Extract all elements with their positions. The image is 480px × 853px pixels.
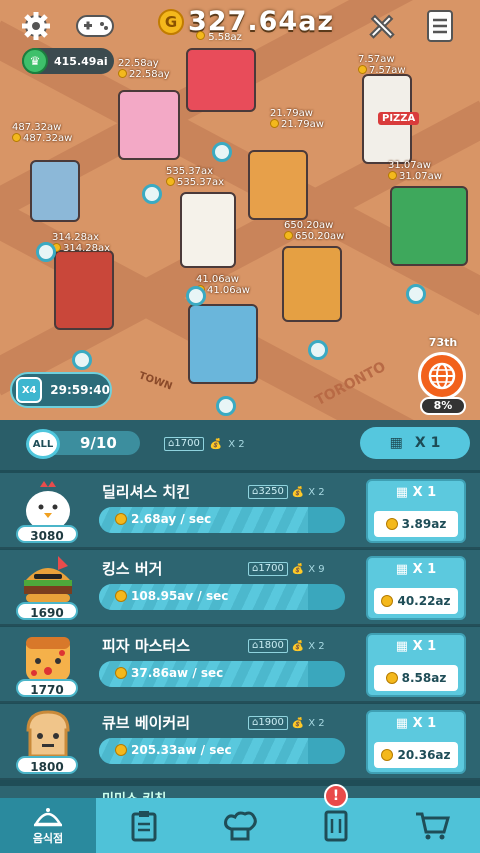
gem-counter[interactable]: ♛ 415.49ai [22, 48, 114, 74]
buy-button[interactable]: ▦ X 1 20.36az [366, 710, 466, 774]
restaurant-level: 1690 [16, 602, 78, 620]
income-progress-bar: 205.33aw / sec [99, 738, 345, 764]
earn-label: 487.32aw 487.32aw [12, 122, 73, 144]
pancake-shop[interactable] [282, 246, 342, 322]
burger-shop[interactable] [248, 150, 308, 220]
buy-multiplier-button[interactable]: ▦ X 1 [360, 427, 470, 459]
collect-pin[interactable] [212, 142, 232, 162]
tab-restaurants[interactable]: 음식점 [0, 798, 96, 853]
tools-hammer-icon[interactable] [364, 8, 400, 44]
restaurant-level: 1770 [16, 679, 78, 697]
ramen-shop[interactable] [54, 250, 114, 330]
collect-pin[interactable] [216, 396, 236, 416]
upgrade-cost: ⌂3250 💰 X 2 [248, 485, 325, 499]
income-progress-bar: 37.86aw / sec [99, 661, 345, 687]
chef-hat-icon [224, 811, 257, 840]
restaurant-level: 1800 [16, 756, 78, 774]
cash-display: G 327.64az [158, 6, 334, 37]
coin-icon [381, 749, 394, 761]
toast-shop[interactable] [188, 304, 258, 384]
restaurant-name: 피자 마스터스 [102, 637, 191, 655]
bottom-nav: 음식점 [0, 798, 480, 853]
summary-cost: ⌂1700 💰 X 2 [164, 437, 245, 451]
income-progress-bar: 2.68ay / sec [99, 507, 345, 533]
tv-ad-icon: X4 [16, 377, 43, 403]
settings-gear-icon[interactable] [18, 8, 54, 44]
restaurant-row[interactable]: 1690 킹스 버거 ⌂1700 💰 X 9 108.95av / sec ▦ X … [0, 550, 480, 626]
earn-label: 31.07aw 31.07aw [388, 160, 442, 182]
building-icon: ▦ [389, 435, 403, 451]
all-filter-button[interactable]: ALL [26, 429, 60, 459]
buy-button[interactable]: ▦ X 1 8.58az [366, 633, 466, 697]
chicken-shop[interactable] [180, 192, 236, 268]
coin-icon [381, 595, 394, 607]
coin-icon [115, 744, 127, 756]
earn-label: 21.79aw 21.79aw [270, 108, 324, 130]
collect-pin[interactable] [72, 350, 92, 370]
restaurant-row[interactable]: 1800 큐브 베이커리 ⌂1900 💰 X 2 205.33aw / sec ▦ … [0, 704, 480, 780]
earn-label: 22.58ay 22.58ay [118, 58, 170, 80]
collect-pin[interactable] [142, 184, 162, 204]
restaurant-row[interactable]: 1770 피자 마스터스 ⌂1800 💰 X 2 37.86aw / sec ▦ X… [0, 627, 480, 703]
town-sign: TOWN [137, 370, 174, 393]
collect-pin[interactable] [186, 286, 206, 306]
globe-ranking-icon[interactable] [418, 352, 466, 400]
icecream-shop[interactable] [118, 90, 180, 160]
coin-icon [115, 667, 127, 679]
ad-boost-button[interactable]: X4 29:59:40 [10, 372, 112, 408]
earn-label: 7.57aw 7.57aw [358, 54, 406, 76]
tab-shop[interactable] [384, 798, 480, 853]
menu-book-icon [324, 810, 348, 841]
coin-icon [385, 672, 398, 684]
money-bag-icon: 💰 [209, 438, 223, 450]
coffee-shop[interactable] [30, 160, 80, 222]
earn-label: 314.28ax 314.28ax [52, 232, 111, 254]
restaurant-level: 3080 [16, 525, 78, 543]
buy-button[interactable]: ▦ X 1 3.89az [366, 479, 466, 543]
restaurant-name: 딜리셔스 치킨 [102, 483, 191, 501]
income-progress-bar: 108.95av / sec [99, 584, 345, 610]
building-icon-cost: ⌂1700 [164, 437, 204, 451]
crown-gem-icon: ♛ [22, 48, 48, 74]
collect-pin[interactable] [406, 284, 426, 304]
restaurant-count: 9/10 [52, 431, 140, 455]
upgrade-cost: ⌂1900 💰 X 2 [248, 716, 325, 730]
cart-icon [416, 812, 450, 839]
gamepad-icon[interactable] [74, 8, 116, 44]
gold-coin-icon: G [158, 8, 184, 35]
hotdog-shop[interactable] [186, 48, 256, 112]
taco-truck[interactable] [390, 186, 468, 266]
earn-label: 535.37ax 535.37ax [166, 166, 225, 188]
earn-label: 650.20aw 650.20aw [284, 220, 345, 242]
restaurant-name: 큐브 베이커리 [102, 714, 191, 732]
document-list-icon[interactable] [422, 8, 458, 44]
rank-label: 73th [428, 336, 458, 349]
restaurant-icon [33, 807, 63, 826]
cash-per-sec: 5.58az [196, 31, 242, 43]
upgrade-cost: ⌂1700 💰 X 9 [248, 562, 325, 576]
collect-pin[interactable] [36, 242, 56, 262]
tab-clipboard[interactable] [96, 798, 192, 853]
coin-icon [115, 513, 127, 525]
upgrade-cost: ⌂1800 💰 X 2 [248, 639, 325, 653]
pizza-sign: PIZZA [378, 112, 420, 125]
buy-button[interactable]: ▦ X 1 40.22az [366, 556, 466, 620]
alert-badge: ! [324, 784, 348, 808]
collect-pin[interactable] [308, 340, 328, 360]
coin-icon [115, 590, 127, 602]
rank-percent: 8% [420, 397, 466, 415]
tab-chef[interactable] [192, 798, 288, 853]
clipboard-icon [131, 810, 157, 841]
ad-timer: 29:59:40 [50, 383, 110, 397]
coin-icon [385, 518, 398, 530]
restaurant-name: 킹스 버거 [102, 560, 163, 578]
restaurant-row[interactable]: 3080 딜리셔스 치킨 ⌂3250 💰 X 2 2.68ay / sec ▦ X … [0, 473, 480, 549]
